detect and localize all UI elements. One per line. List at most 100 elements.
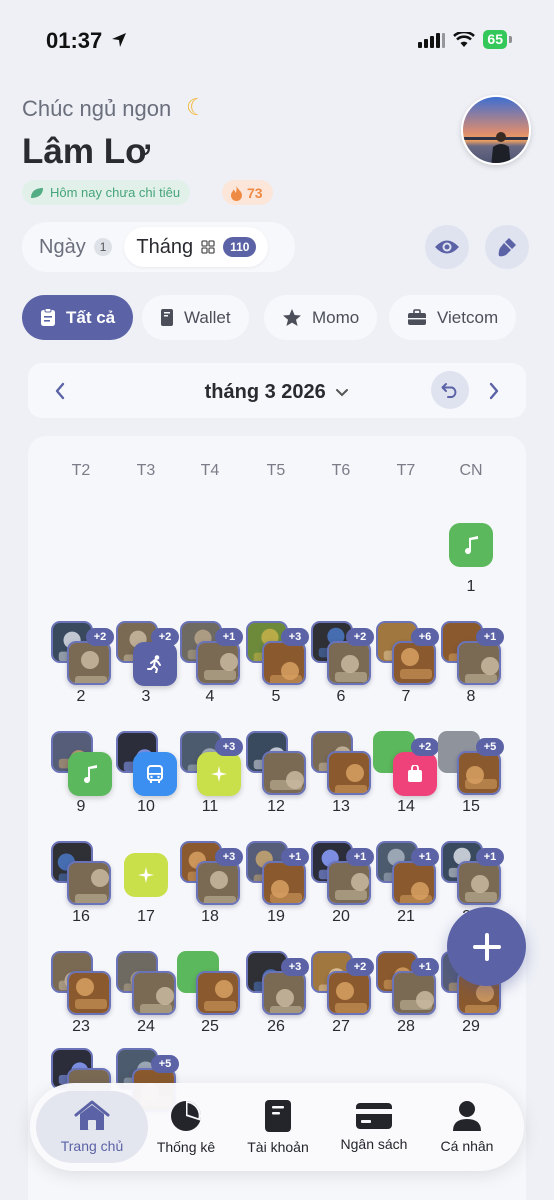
weekday-label: T3 (136, 462, 156, 479)
day-number: 26 (267, 1018, 285, 1035)
extra-count-badge: +5 (476, 738, 504, 756)
nav-profile[interactable]: Cá nhân (430, 1083, 504, 1171)
photo-thumbnail (196, 971, 240, 1015)
extra-count-badge: +2 (346, 958, 374, 976)
leaf-icon (31, 187, 43, 198)
extra-count-badge: +1 (281, 848, 309, 866)
chevron-right-icon[interactable] (488, 382, 500, 400)
extra-count-badge: +2 (151, 628, 179, 646)
music-note-icon (465, 536, 478, 554)
customize-button[interactable] (485, 225, 529, 269)
photo-thumbnail (327, 861, 371, 905)
filter-all[interactable]: Tất cả (22, 295, 134, 340)
photo-thumbnail (262, 641, 306, 685)
account-icon (265, 1100, 291, 1132)
month-navigator: tháng 3 2026 (28, 363, 526, 418)
photo-thumbnail (392, 861, 436, 905)
greeting-text: Chúc ngủ ngon (22, 96, 172, 121)
extra-count-badge: +1 (411, 848, 439, 866)
status-indicators: 65 (418, 30, 512, 49)
weekday-label: CN (459, 462, 483, 479)
extra-count-badge: +6 (411, 628, 439, 646)
user-name: Lâm Lơ (22, 132, 150, 171)
home-icon (74, 1100, 110, 1130)
day-number: 29 (462, 1018, 480, 1035)
day-number: 7 (401, 688, 411, 705)
photo-thumbnail (327, 971, 371, 1015)
extra-count-badge: +3 (281, 958, 309, 976)
day-number: 28 (397, 1018, 415, 1035)
category-tile (68, 752, 112, 796)
day-number: 19 (267, 908, 285, 925)
battery-cap (509, 36, 512, 43)
filter-momo[interactable]: Momo (264, 295, 378, 340)
weekday-label: T6 (331, 462, 351, 479)
avatar[interactable] (461, 95, 531, 165)
photo-thumbnail (262, 751, 306, 795)
filter-vietcom-label: Vietcom (437, 307, 499, 327)
filter-wallet[interactable]: Wallet (142, 295, 249, 340)
nav-stats-label: Thống kê (156, 1139, 216, 1155)
photo-thumbnail (327, 751, 371, 795)
nav-budget[interactable]: Ngân sách (328, 1083, 420, 1171)
spend-status-badge[interactable]: Hôm nay chưa chi tiêu (22, 180, 191, 205)
wifi-icon (453, 31, 476, 47)
day-number: 2 (76, 688, 86, 705)
filter-all-label: Tất cả (66, 307, 116, 327)
visibility-button[interactable] (425, 225, 469, 269)
pie-chart-icon (171, 1101, 202, 1131)
tab-month[interactable]: Tháng 110 (124, 227, 269, 267)
nav-home[interactable]: Trang chủ (36, 1083, 148, 1171)
add-transaction-button[interactable] (447, 907, 526, 986)
nav-stats[interactable]: Thống kê (148, 1083, 224, 1171)
day-number: 12 (267, 798, 285, 815)
extra-count-badge: +1 (476, 848, 504, 866)
day-number: 25 (201, 1018, 219, 1035)
day-number: 20 (332, 908, 350, 925)
fire-icon (231, 185, 242, 201)
photo-thumbnail (67, 641, 111, 685)
day-number: 15 (462, 798, 480, 815)
category-tile (393, 752, 437, 796)
tab-month-label: Tháng (136, 235, 194, 258)
extra-count-badge: +5 (151, 1055, 179, 1073)
weekday-label: T4 (200, 462, 220, 479)
day-number: 18 (201, 908, 219, 925)
tab-day-label: Ngày (39, 235, 86, 258)
photo-thumbnail (262, 861, 306, 905)
day-number: 23 (72, 1018, 90, 1035)
day-number: 24 (137, 1018, 155, 1035)
running-icon (147, 655, 161, 673)
person-icon (453, 1101, 481, 1131)
photo-thumbnail (457, 751, 501, 795)
extra-count-badge: +2 (86, 628, 114, 646)
nav-accounts[interactable]: Tài khoản (238, 1083, 318, 1171)
photo-thumbnail (457, 861, 501, 905)
nav-accounts-label: Tài khoản (247, 1139, 309, 1155)
day-number: 14 (397, 798, 415, 815)
photo-thumbnail (196, 861, 240, 905)
filter-vietcom[interactable]: Vietcom (389, 295, 517, 340)
nav-profile-label: Cá nhân (440, 1138, 494, 1154)
month-label: tháng 3 2026 (204, 381, 326, 403)
moon-icon: ☾ (186, 94, 207, 120)
streak-badge[interactable]: 73 (222, 180, 273, 205)
category-tile (124, 853, 168, 897)
bus-icon (147, 765, 163, 783)
nav-budget-label: Ngân sách (340, 1136, 408, 1152)
view-toggle: Ngày 1 Tháng 110 (22, 222, 295, 272)
extra-count-badge: +1 (476, 628, 504, 646)
category-tile (197, 752, 241, 796)
day-number: 3 (141, 688, 151, 705)
today-button[interactable] (431, 371, 469, 409)
location-arrow-icon (112, 33, 126, 47)
wallet-icon (161, 309, 173, 326)
brush-icon (498, 238, 516, 257)
filter-wallet-label: Wallet (184, 307, 231, 327)
photo-thumbnail (327, 641, 371, 685)
tab-day[interactable]: Ngày 1 (27, 227, 124, 267)
cellular-signal-icon (418, 32, 446, 48)
extra-count-badge: +3 (281, 628, 309, 646)
day-number: 27 (332, 1018, 350, 1035)
photo-thumbnail (392, 971, 436, 1015)
